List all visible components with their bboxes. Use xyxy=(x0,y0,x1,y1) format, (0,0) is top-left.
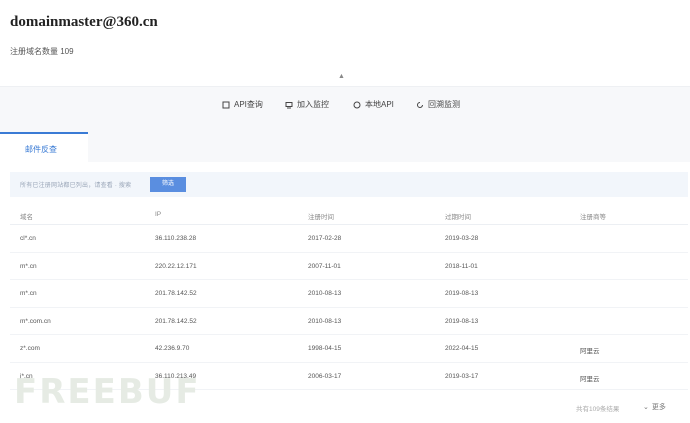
api-query-button[interactable]: API查询 xyxy=(222,99,263,110)
cell-registered: 2010-08-13 xyxy=(308,290,342,297)
table-row[interactable]: m*.cn 201.78.142.52 2010-08-13 2019-08-1… xyxy=(10,280,688,308)
cell-registrar: 阿里云 xyxy=(580,375,600,383)
local-api-label: 本地API xyxy=(365,100,394,109)
table-row[interactable]: cl*.cn 36.110.238.28 2017-02-28 2019-03-… xyxy=(10,225,688,253)
cell-domain: cl*.cn xyxy=(20,235,36,242)
cell-domain: z*.com xyxy=(20,345,40,352)
header-domain[interactable]: 域名 xyxy=(20,211,33,221)
filter-text: 所有已注册网站都已列出，请查看 · 搜索 xyxy=(20,183,132,189)
api-query-label: API查询 xyxy=(234,100,263,109)
cell-registered: 2010-08-13 xyxy=(308,317,342,325)
action-toolbar: API查询 加入监控 本地API 回溯监测 xyxy=(0,86,690,132)
header-registered[interactable]: 注册时间 xyxy=(308,211,334,221)
domain-table: 域名 IP 注册时间 过期时间 注册商等 cl*.cn 36.110.238.2… xyxy=(10,205,688,390)
chevron-down-icon: ⌄ xyxy=(643,404,649,411)
header: domainmaster@360.cn 注册域名数量 109 ▲ xyxy=(0,0,690,86)
cell-domain: m*.cn xyxy=(20,262,37,270)
cell-expires: 2019-03-17 xyxy=(445,372,479,380)
table-header: 域名 IP 注册时间 过期时间 注册商等 xyxy=(10,205,688,225)
cell-registered: 2017-02-28 xyxy=(308,235,342,242)
backtrack-monitor-label: 回溯监测 xyxy=(428,100,460,109)
cell-registered: 2007-11-01 xyxy=(308,262,341,270)
local-api-icon xyxy=(353,101,361,108)
filter-bar: 所有已注册网站都已列出，请查看 · 搜索 筛选 xyxy=(10,172,688,197)
cell-ip: 201.78.142.52 xyxy=(155,317,197,325)
more-label: 更多 xyxy=(651,404,666,411)
cell-ip: 36.110.238.28 xyxy=(155,235,197,242)
cell-registered: 2006-03-17 xyxy=(308,372,342,380)
cell-expires: 2022-04-15 xyxy=(445,345,479,352)
cell-expires: 2018-11-01 xyxy=(445,262,478,270)
cell-domain: m*.cn xyxy=(20,290,37,297)
api-icon xyxy=(222,101,230,108)
domain-count: 注册域名数量 109 xyxy=(10,47,74,56)
local-api-button[interactable]: 本地API xyxy=(353,99,394,110)
tab-bar xyxy=(0,132,690,162)
result-count: 共有109条结果 xyxy=(576,406,620,413)
cell-domain: m*.com.cn xyxy=(20,317,51,325)
table-row[interactable]: m*.com.cn 201.78.142.52 2010-08-13 2019-… xyxy=(10,308,688,335)
cell-registrar: 阿里云 xyxy=(580,348,600,355)
tab-email-reverse[interactable]: 邮件反查 xyxy=(0,132,88,162)
cell-ip: 42.236.9.70 xyxy=(155,345,190,352)
header-expires[interactable]: 过期时间 xyxy=(445,211,471,221)
cell-expires: 2019-03-28 xyxy=(445,235,479,242)
cell-ip: 220.22.12.171 xyxy=(155,262,197,270)
more-button[interactable]: ⌄ 更多 xyxy=(643,402,666,412)
cell-expires: 2019-08-13 xyxy=(445,317,479,325)
add-monitor-label: 加入监控 xyxy=(297,100,329,109)
backtrack-monitor-button[interactable]: 回溯监测 xyxy=(416,99,460,110)
cell-expires: 2019-08-13 xyxy=(445,290,479,297)
header-registrar[interactable]: 注册商等 xyxy=(580,211,606,221)
filter-button[interactable]: 筛选 xyxy=(150,177,186,192)
refresh-icon xyxy=(417,101,423,108)
table-row[interactable]: z*.com 42.236.9.70 1998-04-15 2022-04-15… xyxy=(10,335,688,363)
header-ip[interactable]: IP xyxy=(155,211,161,218)
cell-registered: 1998-04-15 xyxy=(308,345,342,352)
add-monitor-button[interactable]: 加入监控 xyxy=(285,99,329,110)
page-title: domainmaster@360.cn xyxy=(10,14,158,30)
cell-ip: 201.78.142.52 xyxy=(155,290,197,297)
watermark-logo: FREEBUF xyxy=(14,372,201,412)
monitor-icon xyxy=(285,101,293,108)
table-row[interactable]: m*.cn 220.22.12.171 2007-11-01 2018-11-0… xyxy=(10,253,688,280)
chevron-up-icon[interactable]: ▲ xyxy=(338,73,345,80)
